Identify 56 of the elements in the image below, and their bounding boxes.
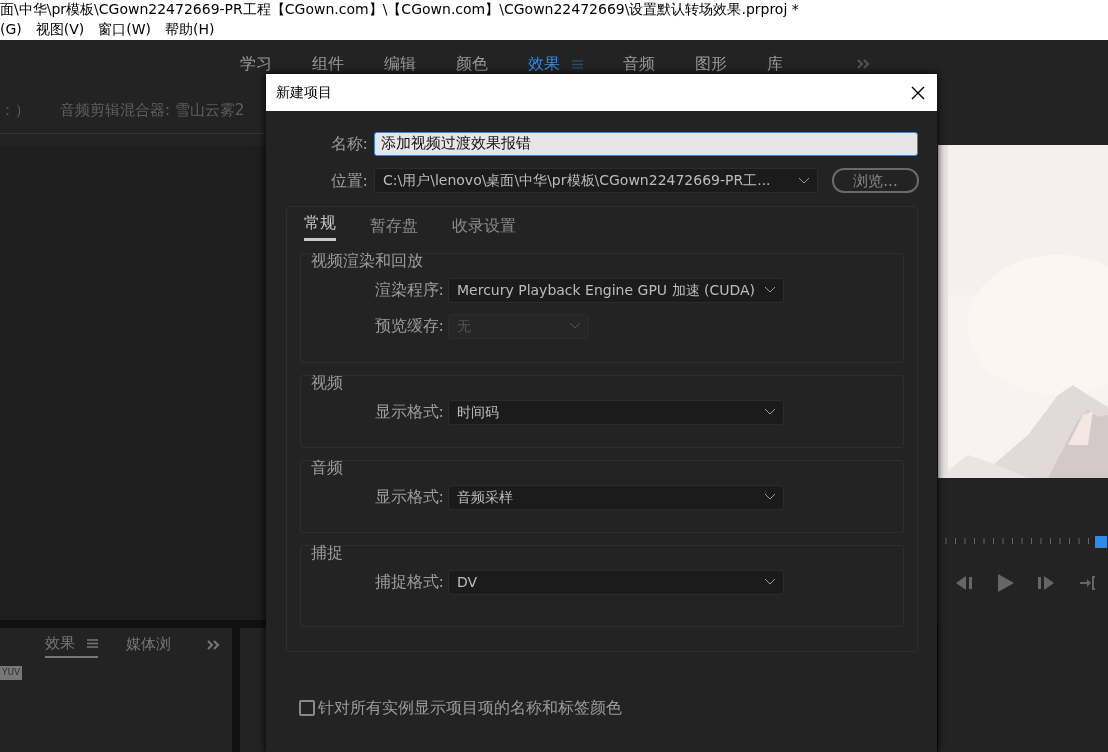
chevron-icon [765,579,775,585]
play-icon[interactable] [998,574,1014,592]
field-label: 渲染程序: [373,279,445,301]
menu-icon[interactable] [572,59,583,69]
name-field[interactable]: 添加视频过渡效果报错 [374,131,918,156]
field-label: 捕捉格式: [373,571,445,593]
dropdown[interactable]: DV [448,569,784,595]
workspace-tab[interactable]: 音频 [623,52,655,76]
workspace-tab[interactable]: 颜色 [456,52,488,76]
dialog-tab[interactable]: 常规 [304,211,336,241]
workspace-tab[interactable]: 学习 [240,52,272,76]
workspace-tab[interactable]: 编辑 [384,52,416,76]
group-title: 捕捉 [311,542,344,564]
checkbox-label: 针对所有实例显示项目项的名称和标签颜色 [318,697,622,719]
window-title: 面\中华\pr模板\CGown22472669-PR工程【CGown.com】\【CGown.com】\CGown22472669\设置默认转场效果.prproj * [0,1,799,17]
dialog-tab[interactable]: 暂存盘 [370,214,418,241]
menu-item[interactable]: 帮助(H) [165,19,215,40]
workspace-tab[interactable]: 图形 [695,52,727,76]
menu-item[interactable]: (G) [0,19,22,40]
field-label: 显示格式: [373,401,445,423]
close-icon[interactable] [911,85,925,100]
chevron-icon [799,177,809,184]
insert-icon[interactable] [1080,576,1096,590]
menu-icon[interactable] [87,638,98,648]
checkbox[interactable] [299,700,315,716]
name-label: 名称: [329,132,369,155]
group-title: 视频 [311,372,344,394]
browse-button[interactable]: 浏览... [832,168,919,193]
field-label: 预览缓存: [373,315,445,337]
dropdown[interactable]: 音频采样 [448,484,784,510]
chevron-icon [570,323,580,329]
field-label: 显示格式: [373,486,445,508]
chevron-icon [765,494,775,500]
chevron-icon [765,409,775,415]
panel-tab[interactable]: 媒体浏 [126,632,171,658]
step-back-icon[interactable] [956,576,974,590]
more-icon[interactable] [207,640,221,650]
dropdown[interactable]: 时间码 [448,399,784,425]
workspace-tab[interactable]: 效果 [528,52,583,76]
dropdown[interactable]: Mercury Playback Engine GPU 加速 (CUDA) [448,277,784,303]
playhead[interactable] [1095,536,1108,548]
group-title: 音频 [311,457,344,479]
dialog-title: 新建项目 [276,83,332,102]
location-dropdown[interactable]: C:\用户\lenovo\桌面\中华\pr模板\CGown22472669-PR工... [374,168,818,193]
location-label: 位置: [329,169,369,192]
menu-item[interactable]: 窗口(W) [98,19,152,40]
dialog-tab[interactable]: 收录设置 [452,214,516,241]
chevron-icon [765,287,775,293]
yuv-icon: YUV [0,666,23,680]
workspace-tab[interactable]: 库 [767,52,783,76]
more-icon[interactable] [857,59,871,69]
panel-tab[interactable]: 效果 [45,631,98,659]
group-title: 视频渲染和回放 [311,250,424,272]
workspace-tab[interactable]: 组件 [312,52,344,76]
step-forward-icon[interactable] [1038,576,1056,590]
menu-item[interactable]: 视图(V) [35,19,85,40]
